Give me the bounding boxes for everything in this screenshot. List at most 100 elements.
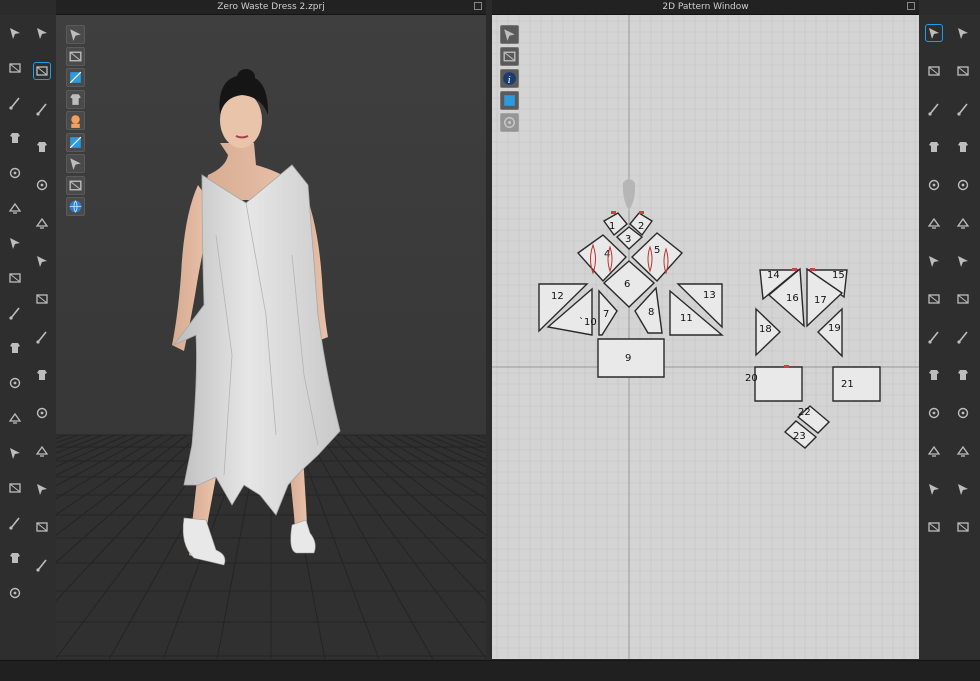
brush-icon[interactable] xyxy=(7,515,23,531)
free-seam-icon[interactable] xyxy=(955,291,971,307)
texture-icon[interactable] xyxy=(34,519,50,535)
snap-grid-icon[interactable] xyxy=(955,481,971,497)
pattern-piece-label: 6 xyxy=(624,279,630,290)
select-pattern-icon[interactable] xyxy=(925,24,943,42)
book-icon[interactable] xyxy=(7,375,23,391)
pattern-piece-label: 12 xyxy=(551,291,564,302)
zip-icon[interactable] xyxy=(34,367,50,383)
lock-icon[interactable] xyxy=(500,113,519,132)
magnet-icon[interactable] xyxy=(34,101,50,117)
plane-icon[interactable] xyxy=(34,481,50,497)
stitch-icon[interactable] xyxy=(7,480,23,496)
walk-avatar-icon[interactable] xyxy=(34,25,50,41)
dart-icon[interactable] xyxy=(926,215,942,231)
wireframe-icon[interactable] xyxy=(66,154,85,173)
mesh-icon[interactable] xyxy=(66,25,85,44)
garment-alt-icon[interactable] xyxy=(7,585,23,601)
pleat-icon[interactable] xyxy=(955,253,971,269)
rectangle-icon[interactable] xyxy=(926,139,942,155)
eye-shirt-icon[interactable] xyxy=(500,47,519,66)
pattern-piece-label: 2 xyxy=(638,221,644,232)
group-icon[interactable] xyxy=(34,405,50,421)
viewport-2d-pattern[interactable]: 1 2 3 4 5 6 7 8 9 `10 11 12 13 14 15 16 17 18 19 20 21 22 23 i xyxy=(492,15,919,659)
curve-point-icon[interactable] xyxy=(955,101,971,117)
pattern-piece[interactable]: 7 xyxy=(598,289,618,336)
grid-icon[interactable] xyxy=(926,481,942,497)
settings-icon[interactable] xyxy=(34,253,50,269)
text-alt-icon[interactable] xyxy=(926,443,942,459)
strengthen-icon[interactable] xyxy=(7,235,23,251)
window-2d-title-bar: 2D Pattern Window xyxy=(492,0,919,15)
internal-polygon-icon[interactable] xyxy=(926,177,942,193)
pattern-piece-label: 21 xyxy=(841,379,854,390)
fold-icon[interactable] xyxy=(955,215,971,231)
figure-icon[interactable] xyxy=(7,445,23,461)
window-2d-dock-icon[interactable] xyxy=(907,2,915,10)
pattern-piece-label: 18 xyxy=(759,324,772,335)
measure-length-icon[interactable] xyxy=(955,367,971,383)
globe-icon[interactable] xyxy=(66,197,85,216)
notch-icon[interactable] xyxy=(955,405,971,421)
fabric-icon[interactable] xyxy=(500,91,519,110)
avatar-display-icon[interactable] xyxy=(66,46,85,66)
pattern-piece-label: 11 xyxy=(680,313,693,324)
shape-icon[interactable] xyxy=(34,215,50,231)
window-3d-dock-icon[interactable] xyxy=(474,2,482,10)
pattern-piece-label: 16 xyxy=(786,293,799,304)
pattern-piece-label: 23 xyxy=(793,431,806,442)
buttonhole-icon[interactable] xyxy=(34,329,50,345)
avatar-pose-icon[interactable] xyxy=(926,519,942,535)
pattern-piece-label: 8 xyxy=(648,307,654,318)
pattern-piece[interactable]: 21 xyxy=(832,366,881,402)
segment-icon[interactable] xyxy=(926,291,942,307)
snap-icon[interactable] xyxy=(34,177,50,193)
add-point-icon[interactable] xyxy=(955,63,971,79)
polygon-icon[interactable] xyxy=(926,101,942,117)
grading-icon[interactable] xyxy=(955,443,971,459)
pin-edit-icon[interactable] xyxy=(7,410,23,426)
xray-icon[interactable] xyxy=(66,89,85,109)
button-icon[interactable] xyxy=(34,291,50,307)
measure-icon[interactable] xyxy=(7,270,23,286)
pattern-piece[interactable]: 19 xyxy=(816,307,843,358)
viewport-3d[interactable] xyxy=(56,15,486,659)
eye-pen-icon[interactable] xyxy=(500,25,519,44)
body-icon[interactable] xyxy=(66,111,85,130)
skin-icon[interactable] xyxy=(66,175,85,195)
right-toolbar xyxy=(919,15,980,659)
pin-icon[interactable] xyxy=(7,165,23,181)
tack-icon[interactable] xyxy=(7,130,23,146)
pattern-piece-label: 15 xyxy=(832,270,845,281)
edit-fabric-icon[interactable] xyxy=(7,95,23,111)
info-icon[interactable]: i xyxy=(500,69,519,88)
ruler-icon[interactable] xyxy=(926,367,942,383)
transform-pattern-icon[interactable] xyxy=(955,25,971,41)
scene-3d xyxy=(56,15,486,659)
edit-curve-icon[interactable] xyxy=(926,63,942,79)
transform-icon[interactable] xyxy=(7,60,23,76)
cube-icon[interactable] xyxy=(34,443,50,459)
svg-text:i: i xyxy=(508,75,511,86)
pattern-piece-label: 14 xyxy=(767,270,780,281)
texture-display-icon[interactable] xyxy=(66,132,85,152)
text-icon[interactable] xyxy=(926,405,942,421)
avatar-size-icon[interactable] xyxy=(7,305,23,321)
edit-pattern-icon[interactable] xyxy=(955,139,971,155)
scissors-icon[interactable] xyxy=(34,139,50,155)
elastic-icon[interactable] xyxy=(955,329,971,345)
gather-icon[interactable] xyxy=(955,177,971,193)
shirt-icon[interactable] xyxy=(7,340,23,356)
select-move-icon[interactable] xyxy=(7,25,23,41)
fabric-grain-icon[interactable] xyxy=(955,519,971,535)
fold-arrangement-icon[interactable] xyxy=(7,200,23,216)
sewing-icon[interactable] xyxy=(926,329,942,345)
pattern-piece-label: 17 xyxy=(814,295,827,306)
garment-icon[interactable] xyxy=(7,550,23,566)
move-point-icon[interactable] xyxy=(33,62,51,80)
flip-icon[interactable] xyxy=(34,557,50,573)
garment-display-icon[interactable] xyxy=(66,68,85,87)
window-2d-title: 2D Pattern Window xyxy=(662,2,749,12)
pattern-piece[interactable]: 18 xyxy=(755,307,782,357)
pattern-piece[interactable]: 9 xyxy=(597,338,665,378)
trace-icon[interactable] xyxy=(926,253,942,269)
